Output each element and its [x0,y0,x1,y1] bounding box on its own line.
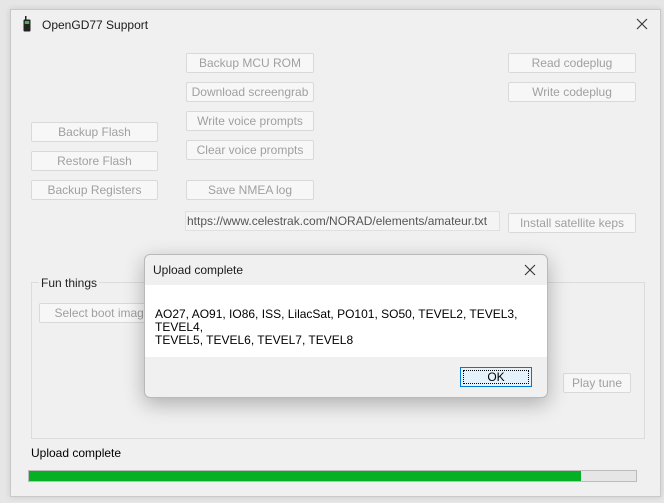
backup-registers-button[interactable]: Backup Registers [31,180,158,200]
satellite-url-field[interactable]: https://www.celestrak.com/NORAD/elements… [185,211,500,231]
backup-mcu-rom-button[interactable]: Backup MCU ROM [186,53,314,73]
download-screengrab-button[interactable]: Download screengrab [186,82,314,102]
dialog-message-line: TEVEL5, TEVEL6, TEVEL7, TEVEL8 [155,333,354,347]
main-window: OpenGD77 Support Backup MCU ROM Download… [10,9,661,497]
title-bar: OpenGD77 Support [11,10,660,40]
close-icon[interactable] [523,263,537,277]
fun-things-label: Fun things [39,276,100,290]
dialog-message: AO27, AO91, IO86, ISS, LilacSat, PO101, … [155,308,530,347]
radio-icon [23,16,31,32]
save-nmea-log-button[interactable]: Save NMEA log [186,180,314,200]
play-tune-button[interactable]: Play tune [563,373,631,393]
ok-button[interactable]: OK [460,367,532,387]
progress-bar-fill [29,471,582,481]
progress-bar [28,470,637,482]
write-codeplug-button[interactable]: Write codeplug [508,82,636,102]
dialog-title: Upload complete [153,263,244,277]
close-icon[interactable] [634,16,650,32]
clear-voice-prompts-button[interactable]: Clear voice prompts [186,140,314,160]
backup-flash-button[interactable]: Backup Flash [31,122,158,142]
install-satellite-keps-button[interactable]: Install satellite keps [508,213,636,233]
restore-flash-button[interactable]: Restore Flash [31,151,158,171]
window-title: OpenGD77 Support [42,18,149,32]
dialog-message-line: AO27, AO91, IO86, ISS, LilacSat, PO101, … [155,307,518,334]
dialog-body: AO27, AO91, IO86, ISS, LilacSat, PO101, … [145,285,547,357]
write-voice-prompts-button[interactable]: Write voice prompts [186,111,314,131]
upload-complete-dialog: Upload complete AO27, AO91, IO86, ISS, L… [144,254,548,398]
status-text: Upload complete [31,446,122,460]
read-codeplug-button[interactable]: Read codeplug [508,53,636,73]
